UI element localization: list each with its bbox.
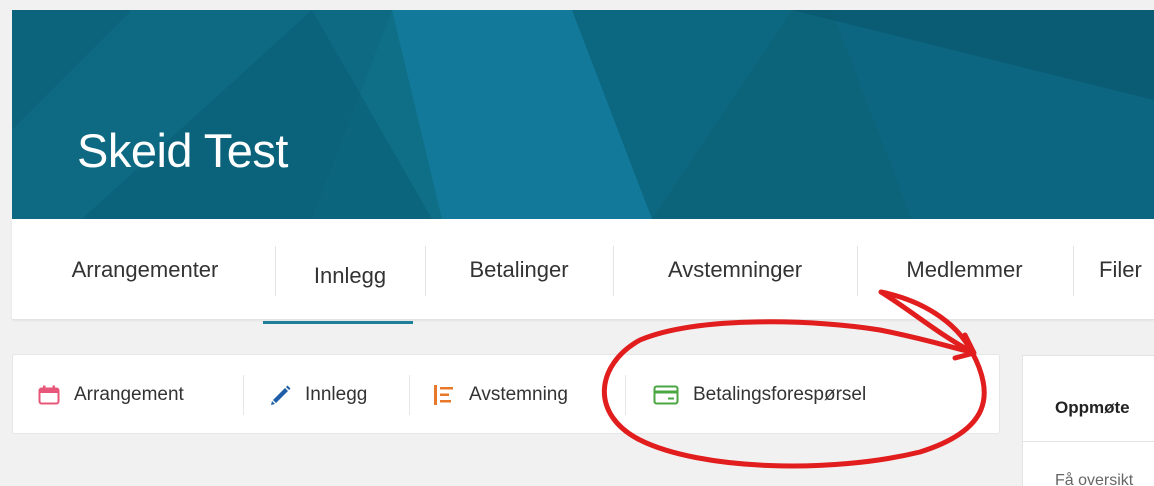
tab-filer[interactable]: Filer (1099, 219, 1154, 319)
action-label: Arrangement (74, 384, 184, 405)
tab-betalinger[interactable]: Betalinger (425, 219, 613, 319)
action-divider (409, 375, 410, 415)
create-betalingsforesporsel-button[interactable]: Betalingsforespørsel (653, 355, 866, 435)
group-banner: Skeid Test (12, 10, 1154, 219)
card-divider (1023, 441, 1154, 442)
create-avstemning-button[interactable]: Avstemning (433, 355, 568, 435)
poll-icon (433, 384, 455, 406)
action-divider (625, 375, 626, 415)
tab-bar: Arrangementer Innlegg Betalinger Avstemn… (12, 219, 1154, 320)
tab-innlegg[interactable]: Innlegg (275, 225, 425, 319)
action-label: Avstemning (469, 384, 568, 405)
action-divider (243, 375, 244, 415)
attendance-card[interactable]: Oppmøte Få oversikt (1022, 355, 1154, 486)
pencil-icon (269, 384, 291, 406)
banner-background (12, 10, 1154, 219)
group-title: Skeid Test (77, 124, 288, 177)
action-label: Innlegg (305, 384, 368, 405)
tab-arrangementer[interactable]: Arrangementer (34, 219, 256, 319)
action-label: Betalingsforespørsel (693, 384, 867, 405)
credit-card-icon (653, 385, 679, 405)
tab-avstemninger[interactable]: Avstemninger (613, 219, 857, 319)
attendance-card-text: Få oversikt (1055, 472, 1134, 486)
calendar-icon (38, 385, 60, 405)
tab-divider (1073, 246, 1074, 296)
tab-medlemmer[interactable]: Medlemmer (857, 219, 1072, 319)
create-innlegg-button[interactable]: Innlegg (269, 355, 367, 435)
create-toolbar: Arrangement Innlegg Avstemning Betalings… (12, 354, 1000, 434)
create-arrangement-button[interactable]: Arrangement (38, 355, 184, 435)
attendance-card-title: Oppmøte (1055, 398, 1130, 417)
active-tab-indicator (263, 321, 413, 324)
